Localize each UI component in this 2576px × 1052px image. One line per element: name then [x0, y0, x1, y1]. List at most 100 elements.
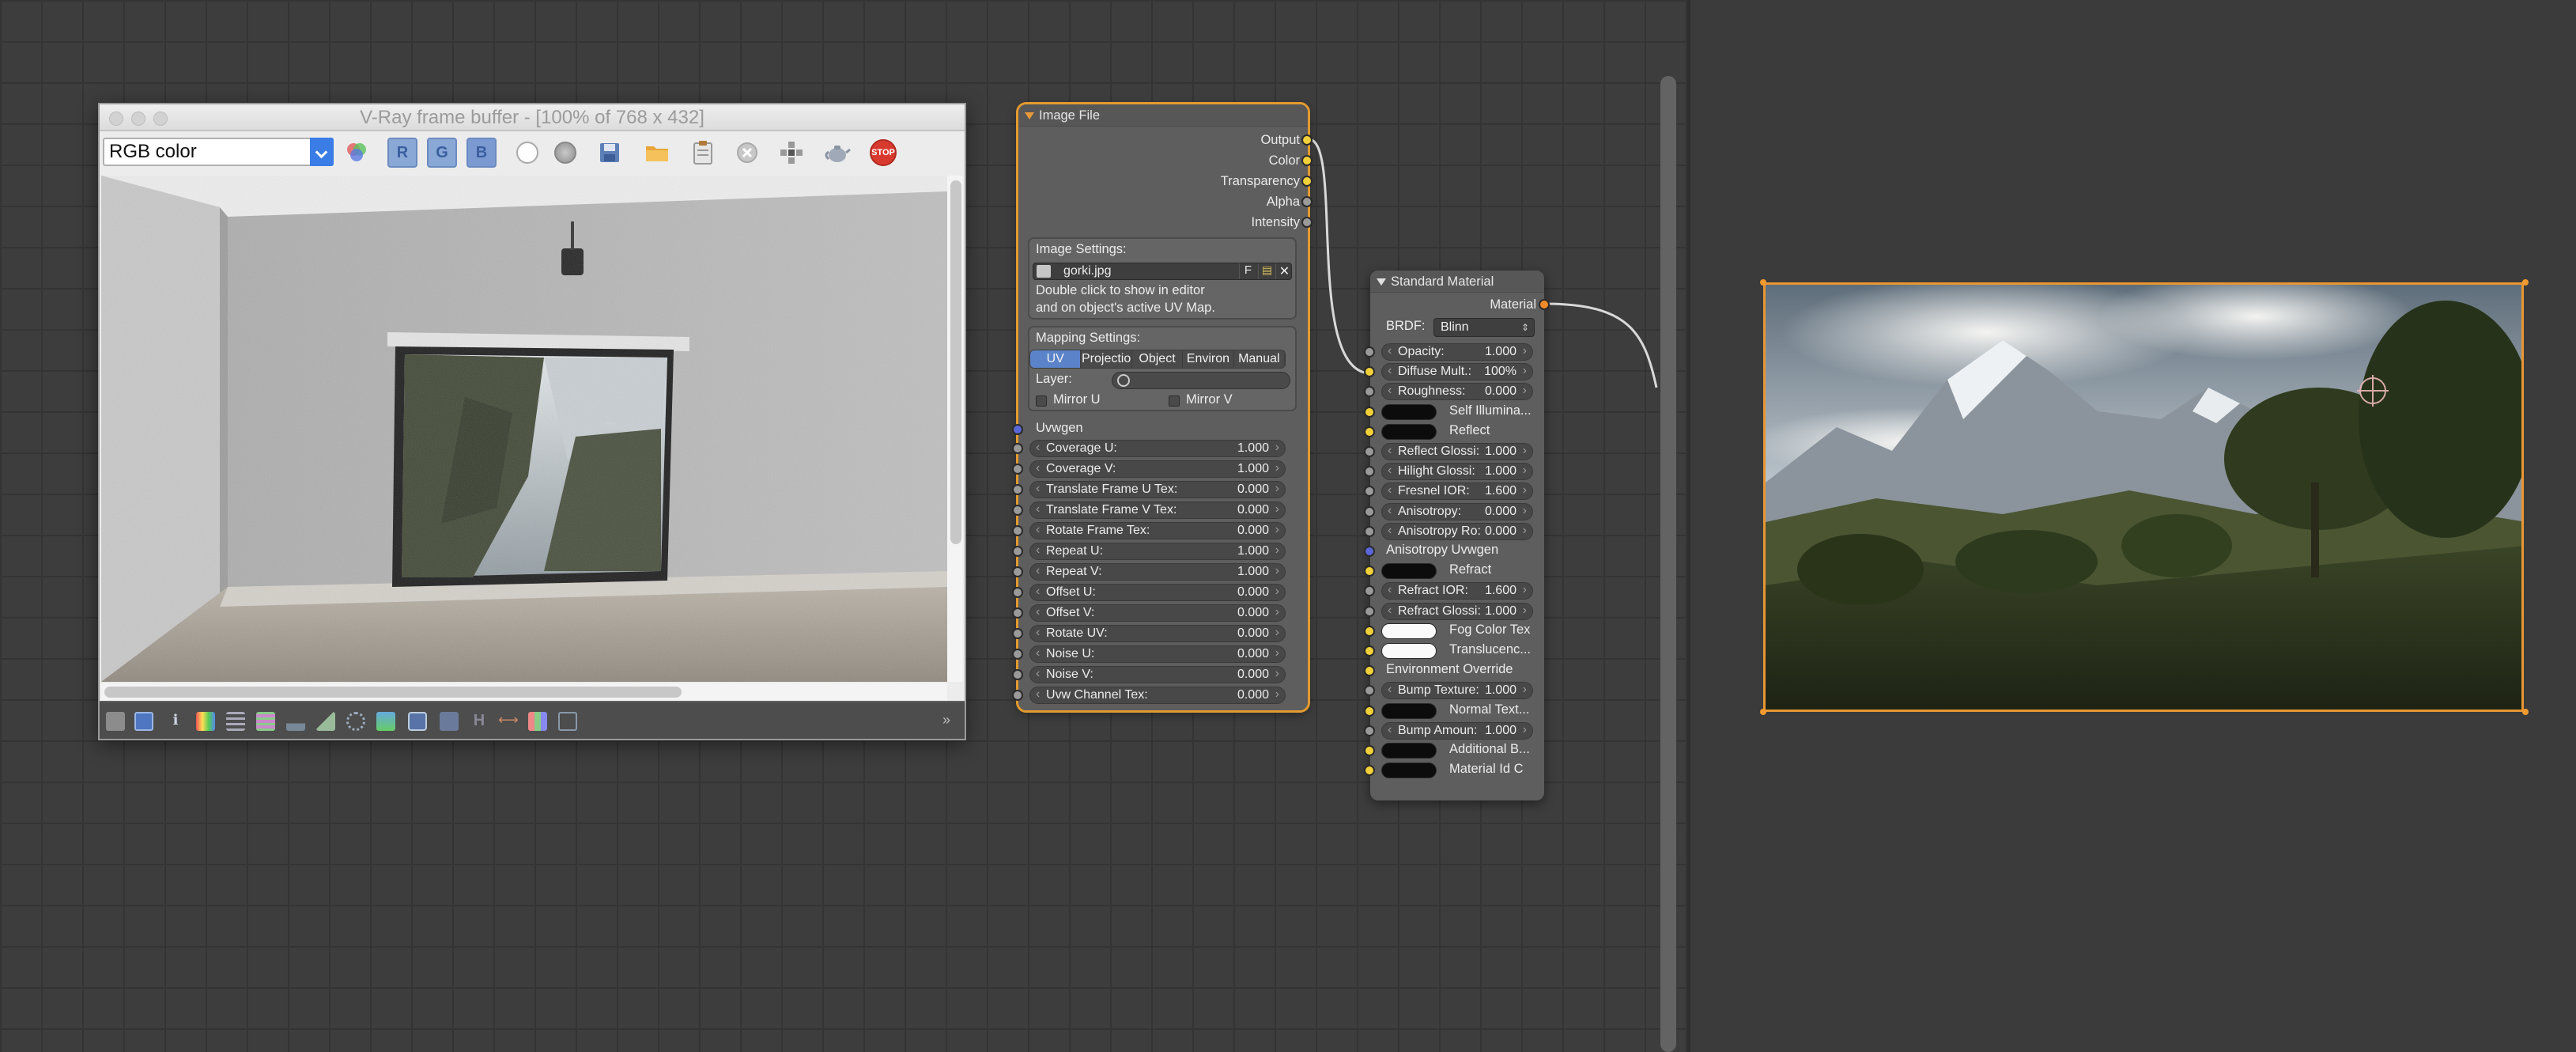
material-param-field[interactable]: Refract IOR: 1.600 [1381, 582, 1533, 600]
param-field[interactable]: Coverage U: 1.000 [1029, 440, 1286, 457]
h-toggle-icon[interactable]: H [470, 712, 489, 731]
material-input-socket[interactable] [1364, 486, 1375, 498]
standard-material-node[interactable]: Standard Material Material BRDF: Blinn ⇕… [1364, 271, 1550, 800]
param-field[interactable]: Noise U: 0.000 [1029, 645, 1286, 663]
param-input-socket[interactable] [1012, 505, 1023, 516]
blue-channel-button[interactable]: B [466, 138, 497, 168]
red-channel-button[interactable]: R [387, 138, 417, 168]
open-folder-icon[interactable] [642, 138, 672, 168]
curves-list-icon[interactable] [256, 712, 275, 731]
param-input-socket[interactable] [1012, 546, 1023, 557]
param-field[interactable]: Repeat V: 1.000 [1029, 563, 1286, 581]
material-input-socket[interactable] [1364, 386, 1375, 398]
image-browse-icon[interactable] [1037, 265, 1051, 278]
tab-environment[interactable]: Environ [1183, 350, 1234, 368]
param-field[interactable]: Rotate UV: 0.000 [1029, 625, 1286, 642]
material-param-field[interactable]: Anisotropy: 0.000 [1381, 502, 1533, 520]
white-view-icon[interactable] [512, 138, 542, 168]
unlink-icon[interactable]: ✕ [1275, 263, 1293, 279]
collapse-triangle-icon[interactable] [1377, 278, 1386, 286]
param-input-socket[interactable] [1012, 443, 1023, 454]
settings-gear-icon[interactable] [346, 712, 365, 731]
material-input-socket[interactable] [1364, 585, 1375, 597]
horizontal-scrollbar-track[interactable] [101, 683, 947, 701]
image-filename[interactable]: gorki.jpg [1063, 263, 1111, 279]
material-input-socket[interactable] [1364, 725, 1375, 736]
color-correction-icon[interactable] [134, 712, 153, 731]
material-param-field[interactable]: Refract Glossi:1.000 [1381, 602, 1533, 620]
preview-corner-handle[interactable] [1760, 709, 1766, 715]
color-swatch[interactable] [1381, 423, 1437, 440]
mirror-v-checkbox[interactable] [1169, 395, 1180, 407]
texture-preview-image[interactable] [1763, 282, 2524, 712]
param-input-socket[interactable] [1012, 669, 1023, 680]
stamp-icon[interactable] [440, 712, 459, 731]
vertical-scrollbar[interactable] [950, 180, 961, 544]
uvwgen-socket[interactable] [1012, 424, 1023, 435]
lens-effects-icon[interactable] [226, 712, 245, 731]
color-swatch[interactable] [1381, 622, 1437, 639]
material-input-socket[interactable] [1364, 346, 1375, 358]
green-channel-button[interactable]: G [427, 138, 457, 168]
material-input-socket[interactable] [1364, 366, 1375, 378]
param-input-socket[interactable] [1012, 587, 1023, 598]
preview-corner-handle[interactable] [2522, 709, 2529, 715]
preview-corner-handle[interactable] [1760, 279, 1766, 286]
standard-material-node-header[interactable]: Standard Material [1370, 271, 1544, 293]
layer-field[interactable] [1112, 372, 1290, 389]
material-input-socket[interactable] [1364, 525, 1375, 537]
histogram-icon[interactable] [286, 712, 305, 731]
param-input-socket[interactable] [1012, 464, 1023, 475]
material-input-socket[interactable] [1364, 665, 1375, 677]
param-field[interactable]: Translate Frame V Tex: 0.000 [1029, 501, 1286, 519]
material-input-socket[interactable] [1364, 765, 1375, 777]
param-field[interactable]: Repeat U: 1.000 [1029, 543, 1286, 560]
material-input-socket[interactable] [1364, 446, 1375, 457]
material-input-socket[interactable] [1364, 505, 1375, 517]
region-icon[interactable] [558, 712, 577, 731]
vfb-titlebar[interactable]: V-Ray frame buffer - [100% of 768 x 432] [100, 104, 965, 131]
param-input-socket[interactable] [1012, 628, 1023, 639]
material-param-field[interactable]: Hilight Glossi: 1.000 [1381, 463, 1533, 481]
save-icon[interactable] [595, 138, 625, 168]
material-param-field[interactable]: Opacity: 1.000 [1381, 343, 1533, 361]
collapse-triangle-icon[interactable] [1025, 112, 1034, 119]
material-param-field[interactable]: Bump Amoun: 1.000 [1381, 721, 1533, 740]
image-icon[interactable] [376, 712, 395, 731]
open-folder-icon[interactable]: ▤ [1258, 263, 1275, 279]
clipboard-icon[interactable] [688, 138, 718, 168]
color-swatch[interactable] [1381, 563, 1437, 580]
brdf-dropdown[interactable]: Blinn ⇕ [1433, 318, 1535, 337]
alpha-socket[interactable] [1301, 196, 1313, 207]
color-swatch[interactable] [1381, 743, 1437, 759]
levels-icon[interactable] [196, 712, 215, 731]
render-viewport[interactable] [101, 176, 947, 682]
param-input-socket[interactable] [1012, 607, 1023, 619]
mono-view-icon[interactable] [550, 138, 580, 168]
info-icon[interactable]: ℹ [166, 712, 185, 731]
param-field[interactable]: Uvw Channel Tex: 0.000 [1029, 687, 1286, 704]
color-swatch[interactable] [1381, 403, 1437, 420]
curve-icon[interactable] [408, 712, 427, 731]
color-swatch[interactable] [1381, 702, 1437, 719]
tab-object[interactable]: Object [1131, 350, 1184, 368]
material-param-field[interactable]: Bump Texture: 1.000 [1381, 682, 1533, 700]
material-output-socket[interactable] [1539, 299, 1550, 310]
param-field[interactable]: Offset V: 0.000 [1029, 604, 1286, 622]
material-param-field[interactable]: Roughness: 0.000 [1381, 383, 1533, 401]
exposure-icon[interactable] [316, 712, 335, 731]
param-input-socket[interactable] [1012, 649, 1023, 660]
chevron-down-icon[interactable] [310, 138, 334, 166]
link-icon[interactable]: ⟷ [498, 712, 519, 731]
image-file-node[interactable]: Image File Output Color Transparency Alp… [1012, 102, 1313, 713]
param-field[interactable]: Coverage V: 1.000 [1029, 460, 1286, 478]
material-input-socket[interactable] [1364, 566, 1375, 577]
material-input-socket[interactable] [1364, 426, 1375, 437]
material-param-field[interactable]: Reflect Glossi: 1.000 [1381, 443, 1533, 460]
material-input-socket[interactable] [1364, 605, 1375, 617]
track-mouse-icon[interactable] [776, 138, 806, 168]
transparency-socket[interactable] [1301, 176, 1313, 187]
material-input-socket[interactable] [1364, 705, 1375, 717]
render-teapot-icon[interactable] [822, 138, 852, 168]
param-field[interactable]: Rotate Frame Tex: 0.000 [1029, 522, 1286, 539]
